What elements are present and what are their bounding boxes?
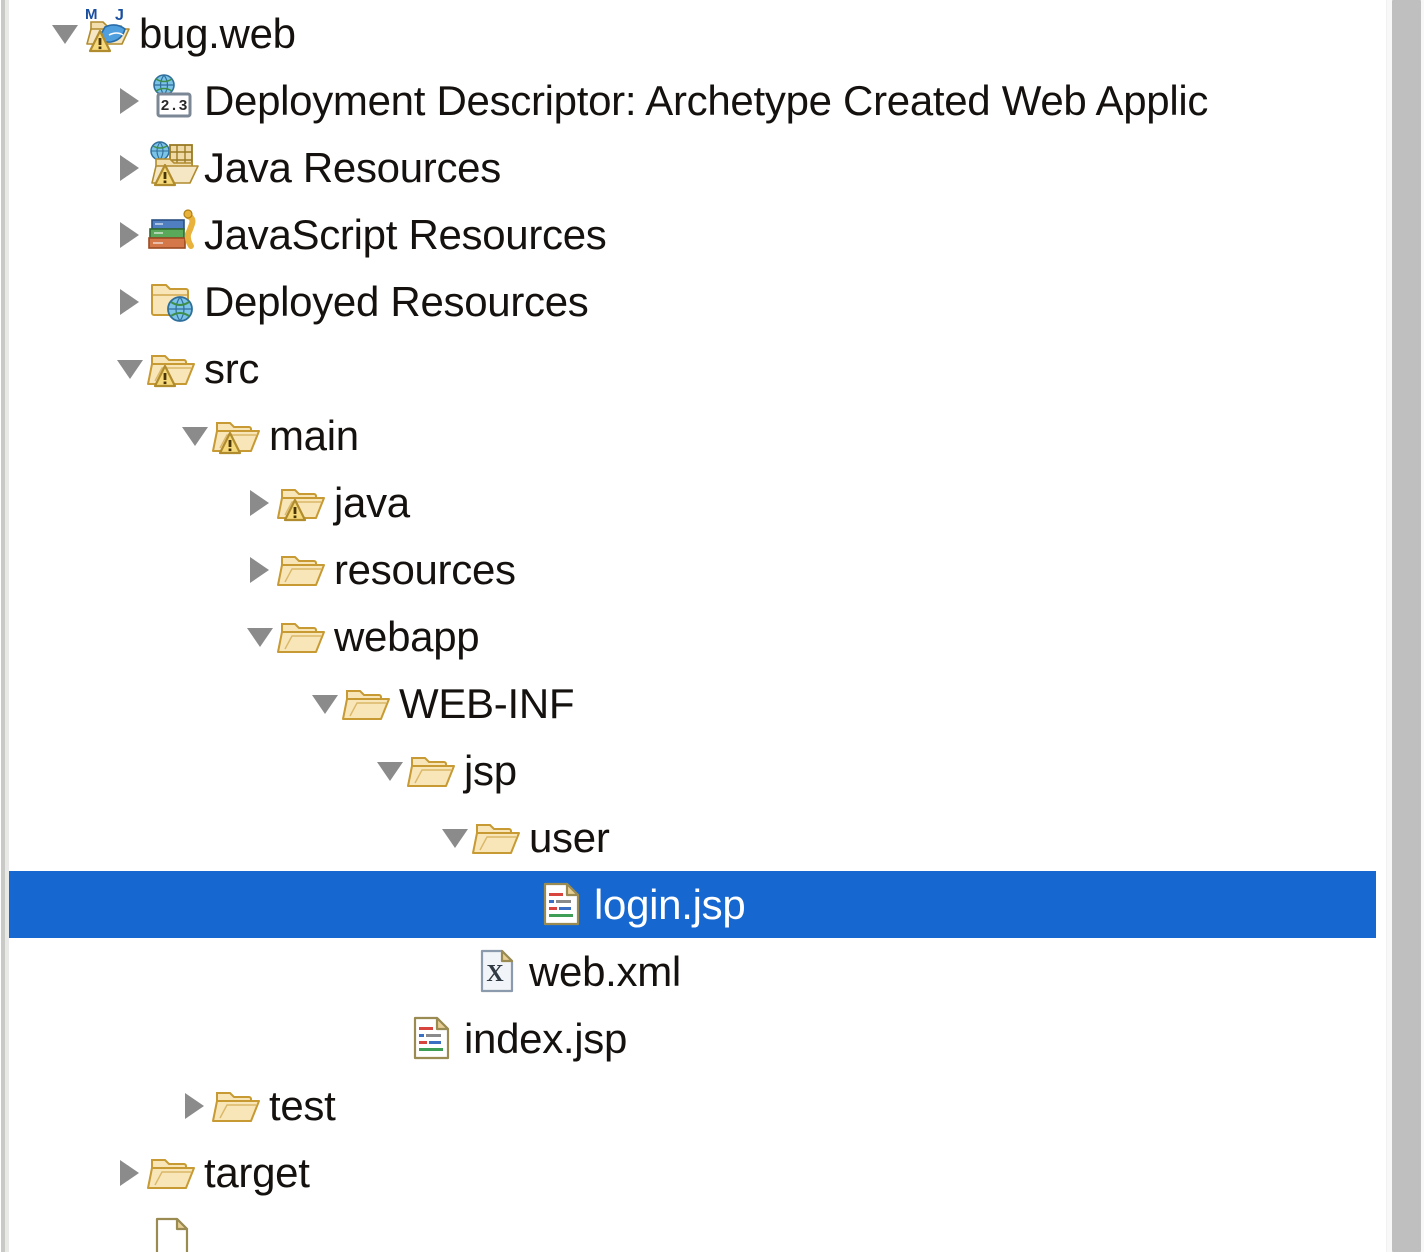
source-folder-icon [146,340,200,398]
project-tree[interactable]: M Jbug.web 2.3 Deployment Descriptor: Arche… [9,0,1376,1252]
tree-row-label: JavaScript Resources [204,210,607,258]
tree-row[interactable]: webapp [9,603,1376,670]
tree-row[interactable]: target [9,1139,1376,1206]
expand-arrow-right-icon[interactable] [116,67,146,134]
maven-web-project-icon: MJ [81,5,135,63]
globe-icon [153,73,175,96]
expand-arrow-right-icon[interactable] [116,201,146,268]
expand-arrow-down-icon[interactable] [181,402,211,469]
tree-row[interactable]: index.jsp [9,1005,1376,1072]
expand-arrow-right-icon[interactable] [116,268,146,335]
tree-row[interactable]: login.jsp [9,871,1376,938]
expand-arrow-down-icon[interactable] [246,603,276,670]
tree-row-label: test [269,1081,336,1129]
deployed-resources-icon [146,273,200,331]
globe-icon [167,295,193,322]
tree-row-label: webapp [334,612,480,660]
tree-row-label: Java Resources [204,143,501,191]
expand-arrow-down-icon[interactable] [376,737,406,804]
tree-row[interactable]: 2.3 Deployment Descriptor: Archetype Crea… [9,67,1376,134]
tree-row-label: main [269,411,359,459]
tree-row[interactable]: test [9,1072,1376,1139]
expand-arrow-down-icon[interactable] [116,335,146,402]
tree-row[interactable]: src [9,335,1376,402]
expand-arrow-right-icon[interactable] [116,1139,146,1206]
tree-row-label: jsp [464,746,517,794]
expand-arrow-right-icon[interactable] [116,134,146,201]
folder-icon [211,1077,265,1135]
tree-row-label: src [204,344,260,392]
tree-row-label: Deployed Resources [204,277,589,325]
tree-row-label: login.jsp [594,880,746,928]
tree-row-label: user [529,813,610,861]
tree-row[interactable]: jsp [9,737,1376,804]
java-resources-icon [146,139,200,197]
tree-row-label: WEB-INF [399,679,575,727]
tree-row[interactable]: Java Resources [9,134,1376,201]
tree-row-label: resources [334,545,516,593]
vertical-scrollbar[interactable] [1376,0,1424,1252]
tree-row-label: web.xml [529,947,681,995]
project-explorer-view: M Jbug.web 2.3 Deployment Descriptor: Arche… [0,0,1424,1252]
expand-arrow-right-icon[interactable] [246,469,276,536]
xml-file-icon: X [471,943,525,1001]
view-left-border [0,0,9,1252]
jsp-file-icon [406,1010,460,1068]
file-icon [146,1211,200,1252]
tree-row[interactable]: WEB-INF [9,670,1376,737]
folder-icon [146,1144,200,1202]
tree-row[interactable]: main [9,402,1376,469]
tree-row-label: index.jsp [464,1014,628,1062]
folder-icon [471,809,525,867]
tree-row[interactable]: JavaScript Resources [9,201,1376,268]
tree-row[interactable]: java [9,469,1376,536]
folder-icon [406,742,460,800]
svg-text:J: J [115,7,124,24]
expand-arrow-right-icon[interactable] [246,536,276,603]
tree-row[interactable]: Deployed Resources [9,268,1376,335]
folder-icon [276,541,330,599]
tree-row[interactable]: resources [9,536,1376,603]
tree-row[interactable]: Xweb.xml [9,938,1376,1005]
tree-row[interactable]: M Jbug.web [9,0,1376,67]
scrollbar-thumb[interactable] [1392,0,1421,1252]
source-folder-icon [276,474,330,532]
descriptor-version-badge: 2.3 [160,98,187,115]
jsp-file-icon [536,876,590,934]
tree-row-label: target [204,1148,310,1196]
folder-icon [341,675,395,733]
tree-row-label: java [334,478,410,526]
folder-icon [276,608,330,666]
tree-row-label: Deployment Descriptor: Archetype Created… [204,76,1209,124]
source-folder-icon [211,407,265,465]
tree-row[interactable]: user [9,804,1376,871]
expand-arrow-right-icon[interactable] [181,1072,211,1139]
tree-row[interactable] [9,1206,1376,1252]
svg-text:M: M [85,6,98,23]
globe-icon [150,140,170,161]
book-stack-icon [148,218,186,249]
deployment-descriptor-icon: 2.3 [146,72,200,130]
tree-row-label: bug.web [139,9,296,57]
expand-arrow-down-icon[interactable] [51,0,81,67]
expand-arrow-down-icon[interactable] [311,670,341,737]
expand-arrow-down-icon[interactable] [441,804,471,871]
svg-text:X: X [486,961,504,987]
javascript-resources-icon [146,206,200,264]
